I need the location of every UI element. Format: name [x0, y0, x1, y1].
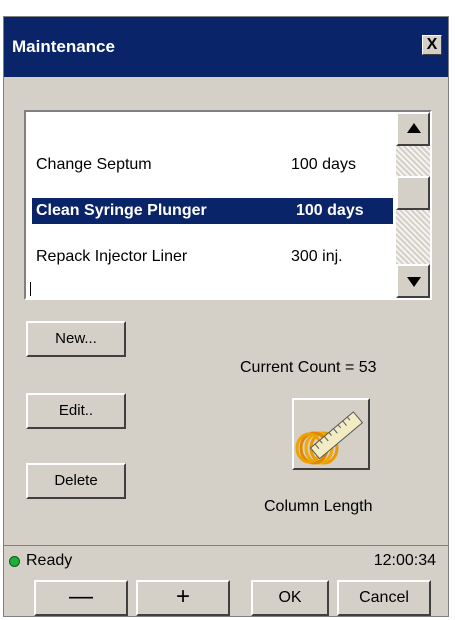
- cancel-button[interactable]: Cancel: [337, 580, 431, 616]
- column-length-label: Column Length: [264, 498, 373, 515]
- list-item[interactable]: Repack Injector Liner 300 inj.: [32, 244, 393, 270]
- arrow-up-icon: [407, 123, 421, 133]
- status-clock: 12:00:34: [373, 552, 436, 569]
- new-button[interactable]: New...: [26, 321, 126, 357]
- minus-icon: —: [69, 583, 93, 610]
- plus-icon: +: [175, 583, 190, 610]
- increment-button[interactable]: +: [136, 580, 230, 616]
- list-item[interactable]: Change Septum 100 days: [32, 152, 393, 178]
- list-scrollbar[interactable]: [396, 112, 430, 298]
- list-item-name: Change Septum: [36, 156, 152, 173]
- close-button[interactable]: X: [422, 35, 442, 55]
- window-title: Maintenance: [12, 37, 115, 56]
- decrement-button[interactable]: —: [34, 580, 128, 616]
- scroll-down-button[interactable]: [396, 264, 430, 298]
- title-bar[interactable]: Maintenance X: [4, 17, 448, 77]
- maintenance-task-list[interactable]: Change Septum 100 days Clean Syringe Plu…: [24, 110, 432, 300]
- list-item-name: Clean Syringe Plunger: [36, 202, 207, 219]
- list-item-interval: 100 days: [291, 156, 356, 173]
- column-length-button[interactable]: [292, 398, 370, 470]
- ok-button[interactable]: OK: [251, 580, 329, 616]
- status-indicator-icon: [9, 556, 20, 567]
- scroll-thumb[interactable]: [396, 176, 430, 210]
- edit-button[interactable]: Edit..: [26, 393, 126, 429]
- current-count-label: Current Count = 53: [240, 359, 377, 376]
- arrow-down-icon: [407, 277, 421, 287]
- status-bar: Ready 12:00:34: [4, 545, 448, 577]
- list-item-name: Repack Injector Liner: [36, 248, 188, 265]
- delete-button[interactable]: Delete: [26, 463, 126, 499]
- column-ruler-icon: [295, 411, 364, 465]
- list-item-interval: 300 inj.: [291, 248, 343, 265]
- list-item-interval: 100 days: [296, 202, 364, 219]
- scroll-up-button[interactable]: [396, 112, 430, 146]
- text-cursor: [30, 282, 31, 296]
- status-text: Ready: [26, 552, 73, 569]
- maintenance-dialog: Maintenance X Change Septum 100 days Cle…: [3, 16, 449, 617]
- list-item-selected[interactable]: Clean Syringe Plunger 100 days: [32, 198, 393, 224]
